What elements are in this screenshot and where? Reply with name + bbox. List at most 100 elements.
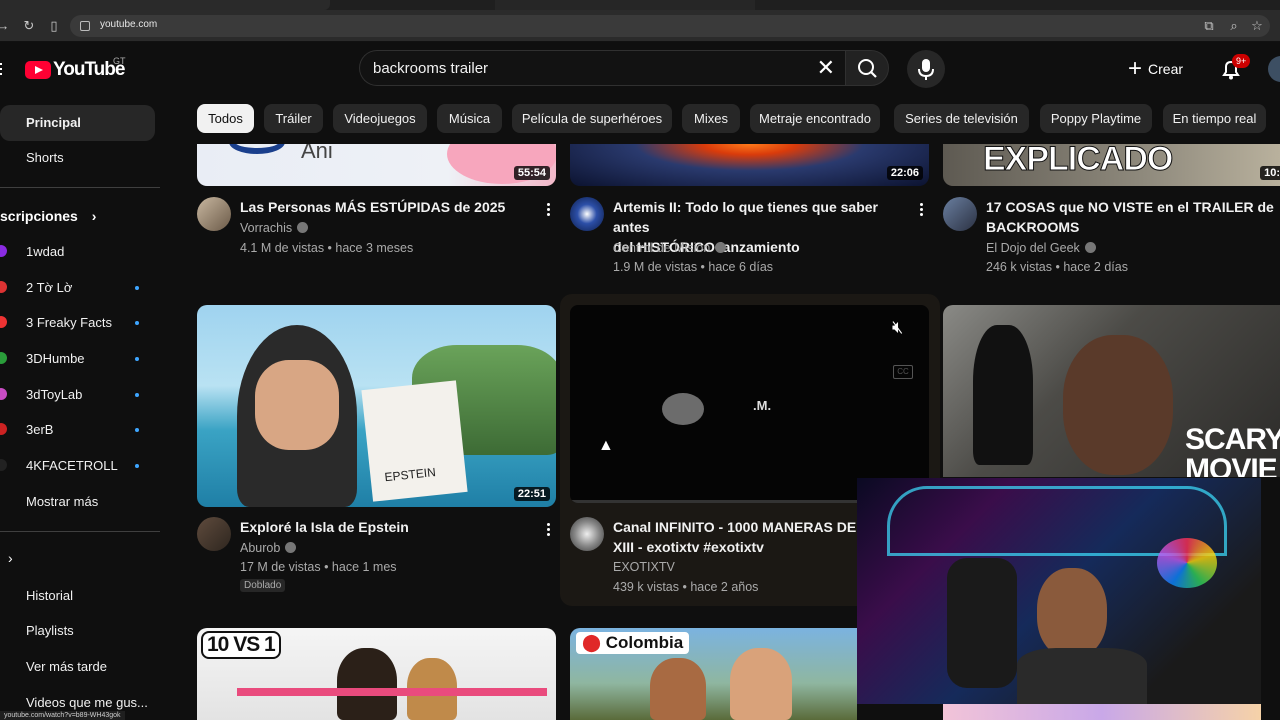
- channel-name[interactable]: El Dojo del Geek: [986, 241, 1096, 255]
- video-thumbnail[interactable]: 10 VS 1: [197, 628, 556, 720]
- video-thumbnail[interactable]: EPSTEIN 22:51: [197, 305, 556, 507]
- sidebar-item-historial[interactable]: Historial: [0, 578, 155, 614]
- browser-tab-active[interactable]: [0, 0, 330, 10]
- zoom-icon[interactable]: ⌕: [1225, 17, 1243, 35]
- filter-chips-bar: Todos Tráiler Videojuegos Música Películ…: [197, 104, 1280, 134]
- forward-icon[interactable]: →: [0, 17, 12, 35]
- channel-name[interactable]: Aburob: [240, 541, 297, 555]
- create-label: Crear: [1148, 61, 1184, 77]
- sidebar-item-playlists[interactable]: Playlists: [0, 613, 155, 649]
- channel-name[interactable]: Control de Misión: [613, 241, 727, 255]
- site-info-icon[interactable]: [80, 21, 90, 31]
- sidebar-item-watch-later[interactable]: Ver más tarde: [0, 649, 155, 685]
- video-thumbnail[interactable]: Ani 55:54: [197, 144, 556, 186]
- sidebar-item-label: 3dToyLab: [26, 387, 83, 402]
- thumbnail-label: ⬤ Colombia: [576, 632, 690, 654]
- chip-musica[interactable]: Música: [437, 104, 502, 133]
- chip-series-television[interactable]: Series de televisión: [894, 104, 1029, 133]
- sidebar-sub-3freakyfacts[interactable]: 3 Freaky Facts: [0, 305, 155, 341]
- more-options-icon[interactable]: [920, 201, 924, 218]
- youtube-logo[interactable]: YouTube GT: [25, 56, 126, 81]
- video-thumbnail[interactable]: SCARY MOVIE: [943, 305, 1280, 477]
- video-thumbnail[interactable]: ⬤ Colombia: [570, 628, 857, 720]
- sidebar-show-more[interactable]: Mostrar más: [0, 484, 155, 520]
- sidebar-item-label: Principal: [26, 115, 81, 130]
- chip-en-tiempo-real[interactable]: En tiempo real: [1163, 104, 1266, 133]
- chip-metraje-encontrado[interactable]: Metraje encontrado: [750, 104, 880, 133]
- new-content-dot: [135, 464, 139, 468]
- clear-search-icon[interactable]: ✕: [817, 56, 835, 80]
- sidebar-item-label: 3DHumbe: [26, 351, 85, 366]
- channel-name-text: EXOTIXTV: [613, 560, 675, 574]
- sidebar-sub-2tolo[interactable]: 2 Tờ Lờ: [0, 270, 155, 306]
- video-preview-player[interactable]: .M. 🔇︎ CC ▲: [570, 305, 929, 503]
- chip-mixes[interactable]: Mixes: [682, 104, 740, 133]
- chip-pelicula-superheroes[interactable]: Película de superhéroes: [512, 104, 672, 133]
- chip-todos[interactable]: Todos: [197, 104, 254, 133]
- address-bar[interactable]: youtube.com ⧉ ⌕ ☆: [70, 15, 1270, 37]
- subscriptions-heading[interactable]: scripciones ›: [0, 208, 96, 224]
- search-input[interactable]: backrooms trailer: [373, 60, 488, 77]
- thumbnail-person: [730, 648, 792, 720]
- video-thumbnail[interactable]: [943, 704, 1261, 720]
- video-title[interactable]: Canal INFINITO - 1000 MANERAS DE XIII - e…: [613, 517, 863, 557]
- chip-trailer[interactable]: Tráiler: [264, 104, 323, 133]
- channel-avatar[interactable]: [197, 197, 231, 231]
- thumbnail-text: EPSTEIN: [383, 464, 437, 485]
- channel-name[interactable]: EXOTIXTV: [613, 560, 675, 574]
- sidebar-sub-4kfacetroll[interactable]: 4KFACETROLL: [0, 448, 155, 484]
- video-title-line: Las Personas MÁS ESTÚPIDAS de 2025: [240, 199, 506, 215]
- video-title[interactable]: 17 COSAS que NO VISTE en el TRAILER de BA…: [986, 197, 1276, 237]
- sidebar-item-shorts[interactable]: Shorts: [0, 140, 155, 176]
- sidebar-item-principal[interactable]: Principal: [0, 105, 155, 141]
- browser-tab[interactable]: [495, 0, 755, 10]
- thumbnail-text: Ani: [301, 144, 333, 163]
- chevron-right-icon[interactable]: ›: [8, 550, 13, 566]
- sidebar-sub-3erb[interactable]: 3erB: [0, 412, 155, 448]
- create-button[interactable]: + Crear: [1128, 54, 1202, 84]
- chevron-right-icon: ›: [91, 208, 97, 224]
- muted-icon[interactable]: 🔇︎: [892, 317, 903, 338]
- status-bar-url: youtube.com/watch?v=b89-WH43gok: [0, 711, 125, 720]
- channel-name-text: Control de Misión: [613, 241, 711, 255]
- thumbnail-person: [650, 658, 706, 720]
- chip-poppy-playtime[interactable]: Poppy Playtime: [1040, 104, 1152, 133]
- video-metadata: 17 M de vistas • hace 1 mes: [240, 560, 397, 574]
- rgb-fan: [1157, 538, 1217, 588]
- channel-avatar[interactable]: [570, 197, 604, 231]
- chip-videojuegos[interactable]: Videojuegos: [333, 104, 427, 133]
- account-avatar[interactable]: [1268, 56, 1280, 82]
- search-button[interactable]: [845, 50, 889, 86]
- thumbnail-graphic: [229, 144, 285, 154]
- search-box[interactable]: backrooms trailer ✕: [359, 50, 845, 86]
- channel-avatar[interactable]: [943, 197, 977, 231]
- youtube-play-icon: [25, 61, 51, 79]
- more-options-icon[interactable]: [547, 201, 551, 218]
- notifications-button[interactable]: 9+: [1218, 54, 1251, 82]
- sidebar-toggle-icon[interactable]: ▯: [45, 17, 63, 35]
- more-options-icon[interactable]: [547, 521, 551, 538]
- video-title[interactable]: Exploré la Isla de Epstein: [240, 517, 530, 537]
- menu-icon[interactable]: [0, 60, 4, 78]
- reload-icon[interactable]: ↻: [20, 17, 38, 35]
- channel-avatar[interactable]: [197, 517, 231, 551]
- sidebar-item-label: 3erB: [26, 422, 54, 437]
- channel-avatar[interactable]: [570, 517, 604, 551]
- screencast-icon[interactable]: ⧉: [1200, 17, 1218, 35]
- channel-name[interactable]: Vorrachis: [240, 221, 309, 235]
- sidebar: Principal Shorts scripciones › 1wdad 2 T…: [0, 98, 170, 720]
- channel-avatar: [0, 352, 7, 364]
- thumbnail-text: .M.: [753, 398, 772, 413]
- sidebar-divider: [0, 531, 160, 532]
- bookmark-star-icon[interactable]: ☆: [1248, 17, 1266, 35]
- voice-search-button[interactable]: [907, 50, 945, 88]
- notification-badge: 9+: [1232, 54, 1251, 68]
- video-thumbnail[interactable]: 22:06: [570, 144, 929, 186]
- sidebar-sub-1wdad[interactable]: 1wdad: [0, 234, 155, 270]
- sidebar-sub-3dtoylab[interactable]: 3dToyLab: [0, 377, 155, 413]
- sidebar-sub-3dhumbe[interactable]: 3DHumbe: [0, 341, 155, 377]
- video-title[interactable]: Las Personas MÁS ESTÚPIDAS de 2025: [240, 197, 530, 217]
- captions-icon[interactable]: CC: [893, 365, 913, 379]
- video-thumbnail[interactable]: EXPLICADO 10:: [943, 144, 1280, 186]
- verified-icon: [285, 542, 297, 553]
